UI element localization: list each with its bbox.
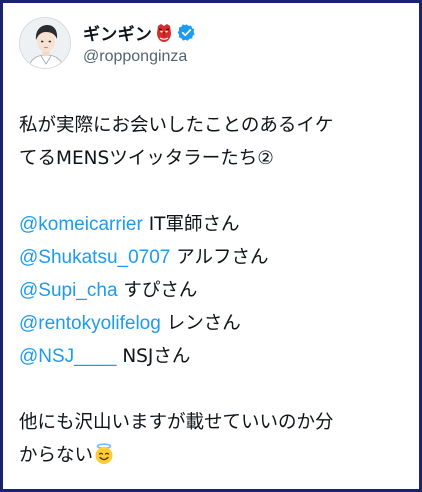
author-identity: ギンギン @ropponginza [83,21,196,66]
mention-nickname: NSJさん [116,346,191,367]
tweet-text-line: 他にも沢山いますが載せていいのか分 [19,412,334,433]
mention-link[interactable]: @NSJ____ [19,346,116,367]
mention-row: @Supi_cha すぴさん [19,274,403,307]
mention-row: @rentokyolifelog レンさん [19,307,403,340]
tweet-text-line: てるMENSツイッタラーたち② [19,148,274,169]
tweet-header: ギンギン @ropponginza [19,14,403,72]
mention-nickname: IT軍師さん [142,214,240,235]
screenshot-frame: ギンギン @ropponginza 私が実際にお会いしたことのあるイケ てるME… [0,0,422,492]
author-handle[interactable]: @ropponginza [83,48,196,66]
mention-link[interactable]: @Shukatsu_0707 [19,247,170,268]
author-display-name[interactable]: ギンギン [83,20,152,45]
avatar-portrait-illustration [20,18,70,68]
tweet-text-fragment: からない [19,445,94,466]
mention-row: @NSJ____ NSJさん [19,340,403,373]
name-row: ギンギン [83,21,196,45]
smiling-face-with-halo-icon [93,443,115,465]
avatar[interactable] [19,17,71,69]
mention-row: @komeicarrier IT軍師さん [19,208,403,241]
mention-nickname: すぴさん [117,280,198,301]
tweet-text-line-with-emoji: からない [19,439,403,472]
mention-link[interactable]: @Supi_cha [19,280,118,301]
tweet-card: ギンギン @ropponginza 私が実際にお会いしたことのあるイケ てるME… [3,3,419,489]
mention-nickname: アルフさん [170,247,269,268]
mention-link[interactable]: @rentokyolifelog [19,313,161,334]
mention-row: @Shukatsu_0707 アルフさん [19,241,403,274]
mention-nickname: レンさん [160,313,241,334]
verified-badge-icon [177,23,196,42]
mention-link[interactable]: @komeicarrier [19,214,143,235]
tweet-text: 私が実際にお会いしたことのあるイケ てるMENSツイッタラーたち② @komei… [19,109,403,472]
tengu-mask-icon [154,23,174,43]
tweet-text-line: 私が実際にお会いしたことのあるイケ [19,115,334,136]
